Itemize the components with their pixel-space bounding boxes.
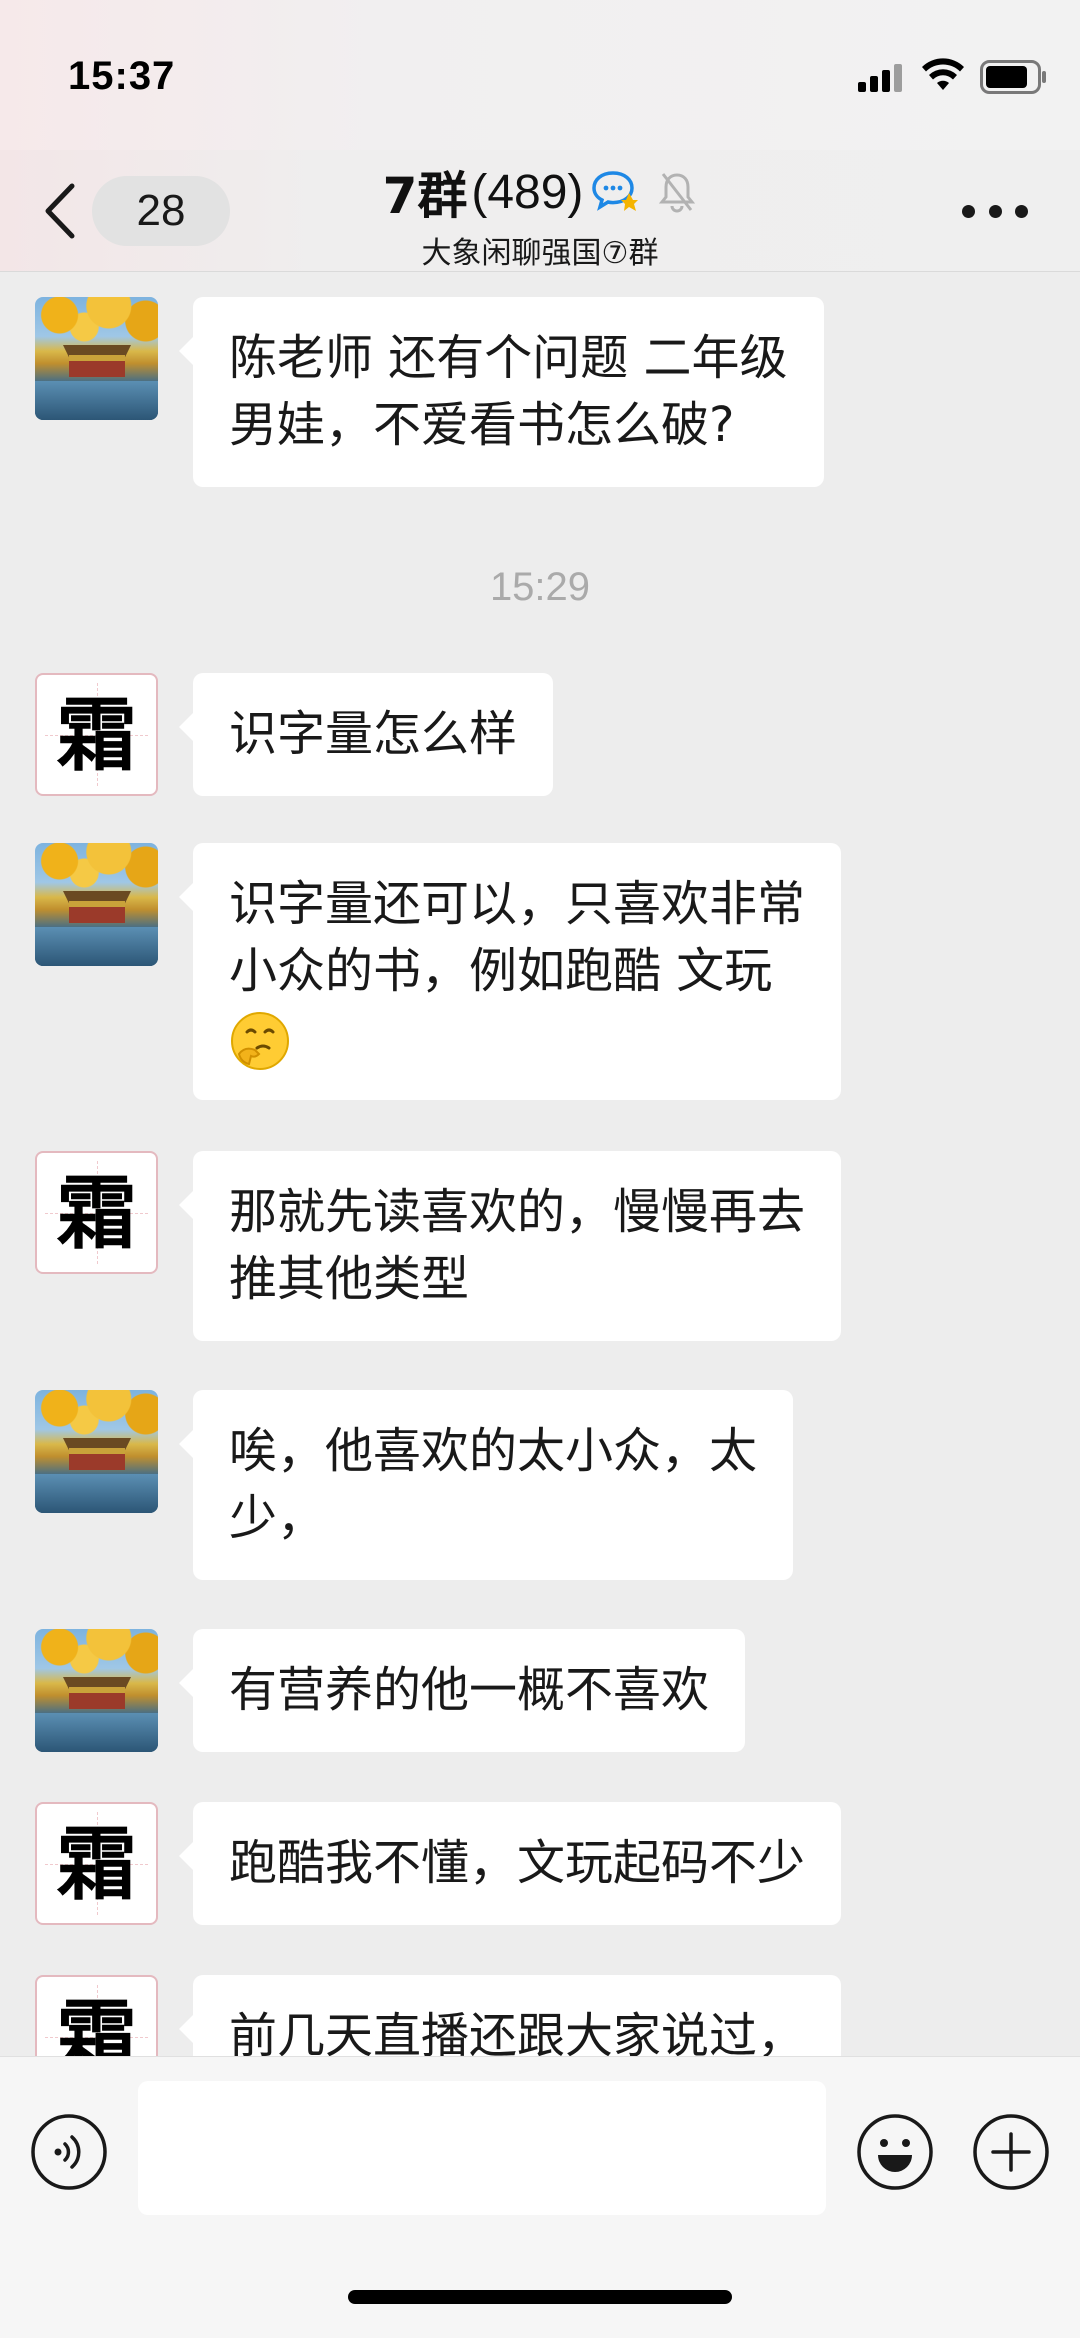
avatar[interactable] [35, 297, 158, 420]
avatar-character: 霜 [56, 687, 137, 782]
title-row[interactable]: 7群 (489) [0, 160, 1080, 225]
message-text: 那就先读喜欢的，慢慢再去 [229, 1184, 806, 1240]
avatar[interactable]: 霜 [35, 1802, 158, 1925]
message-list[interactable]: 陈老师 还有个问题 二年级 男娃，不爱看书怎么破? 15:29 霜 识字量怎么样… [0, 273, 1080, 2056]
avatar[interactable] [35, 1390, 158, 1513]
avatar-character: 霜 [56, 1816, 137, 1911]
avatar[interactable]: 霜 [35, 1151, 158, 1274]
avatar-character: 霜 [56, 1165, 137, 1260]
message-bubble[interactable]: 陈老师 还有个问题 二年级 男娃，不爱看书怎么破? [179, 297, 824, 487]
thinking-face-emoji [231, 1012, 289, 1070]
message-text: 推其他类型 [229, 1251, 470, 1307]
message-text: 小众的书，例如跑酷 文玩 [229, 943, 773, 999]
message-bubble[interactable]: 前几天直播还跟大家说过， [178, 1975, 842, 2056]
voice-icon[interactable] [30, 2113, 108, 2191]
message-text: 唉，他喜欢的太小众，太 [229, 1423, 758, 1479]
chat-badge-icon [592, 171, 639, 211]
group-title: 7群 [382, 167, 468, 225]
message-bubble[interactable]: 识字量还可以，只喜欢非常 小众的书，例如跑酷 文玩 [178, 843, 842, 1100]
group-subtitle: 大象闲聊强国⑦群 [421, 236, 659, 271]
message-bubble[interactable]: 识字量怎么样 [178, 673, 554, 796]
message-bubble[interactable]: 跑酷我不懂，文玩起码不少 [178, 1802, 842, 1925]
avatar[interactable]: 霜 [35, 673, 158, 796]
wifi-icon [922, 58, 964, 90]
status-bar: 15:37 [0, 0, 1080, 150]
emoji-icon[interactable] [856, 2113, 934, 2191]
message-bubble[interactable]: 唉，他喜欢的太小众，太 少， [178, 1390, 794, 1580]
message-timestamp: 15:29 [489, 565, 591, 609]
message-text: 跑酷我不懂，文玩起码不少 [229, 1835, 806, 1891]
message-text: 陈老师 还有个问题 二年级 [229, 330, 788, 386]
message-input[interactable] [138, 2081, 826, 2215]
message-text: 少， [229, 1490, 326, 1546]
status-time: 15:37 [68, 54, 176, 98]
more-dot [962, 204, 975, 218]
avatar[interactable] [35, 1629, 158, 1752]
message-text: 男娃，不爱看书怎么破? [229, 397, 735, 453]
member-count: (489) [471, 165, 584, 219]
chat-header: 28 7群 (489) 大象闲聊强国⑦群 [0, 150, 1080, 272]
message-text: 识字量还可以，只喜欢非常 [229, 876, 806, 932]
more-button[interactable] [962, 198, 1028, 224]
battery-icon [980, 60, 1046, 94]
message-text: 识字量怎么样 [229, 706, 518, 762]
avatar-character: 霜 [56, 1989, 137, 2057]
home-indicator[interactable] [348, 2290, 732, 2304]
plus-icon[interactable] [972, 2113, 1050, 2191]
more-dot [988, 204, 1002, 218]
message-text: 前几天直播还跟大家说过， [229, 2008, 806, 2056]
signal-icon [858, 62, 904, 92]
more-dot [1015, 204, 1028, 218]
message-text: 有营养的他一概不喜欢 [229, 1662, 710, 1718]
avatar[interactable] [35, 843, 158, 966]
message-bubble[interactable]: 那就先读喜欢的，慢慢再去 推其他类型 [178, 1151, 842, 1341]
message-bubble[interactable]: 有营养的他一概不喜欢 [178, 1629, 746, 1752]
mute-bell-icon [659, 173, 696, 213]
avatar[interactable]: 霜 [35, 1975, 158, 2056]
